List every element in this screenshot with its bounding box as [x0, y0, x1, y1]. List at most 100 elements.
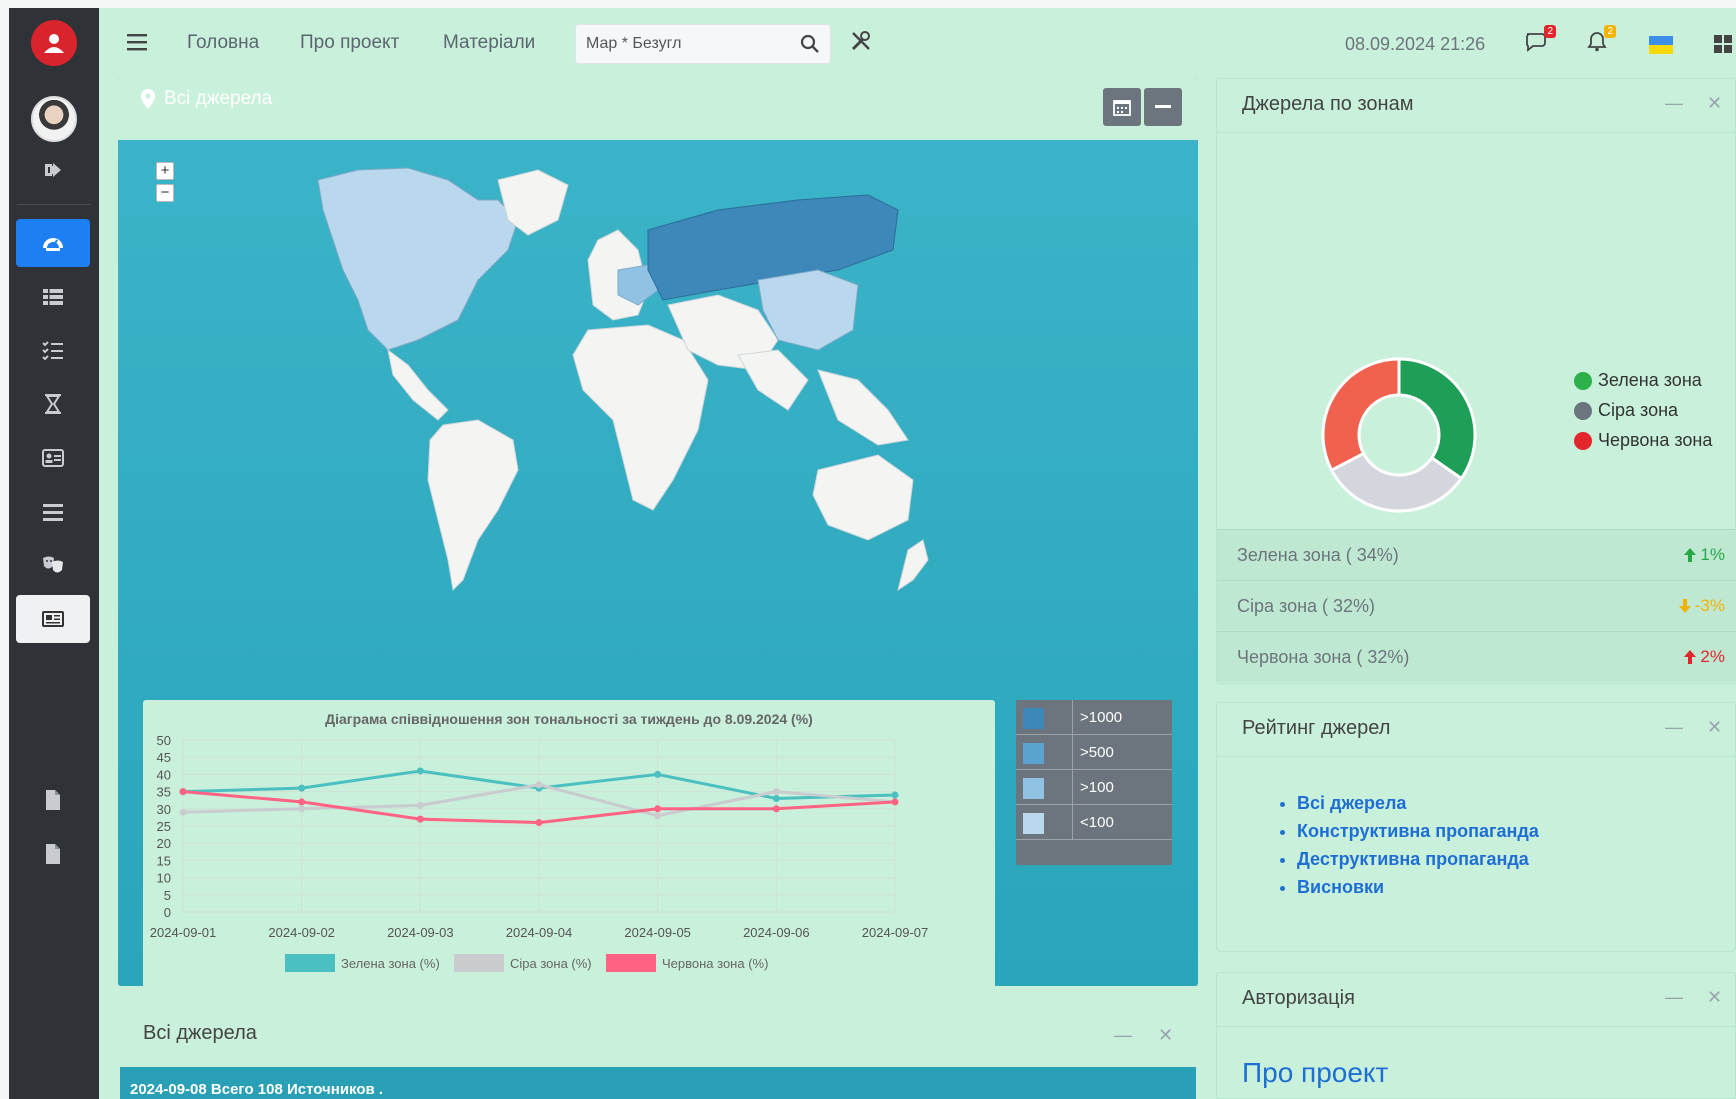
map-legend-swatch — [1023, 708, 1044, 729]
search-icon[interactable] — [800, 34, 820, 59]
notifications-bell-icon[interactable]: 2 — [1586, 25, 1616, 57]
chart-title: Діаграма співвідношення зон тональності … — [325, 711, 813, 727]
rating-link-conclusions[interactable]: Висновки — [1297, 877, 1539, 898]
menu-lines-icon[interactable] — [16, 488, 90, 536]
minimize-icon[interactable]: — — [1114, 1025, 1132, 1046]
africa-shape — [572, 324, 709, 511]
y-tick-label: 10 — [157, 871, 171, 886]
minimize-icon[interactable]: — — [1665, 717, 1683, 738]
line-chart-svg: Діаграма співвідношення зон тональності … — [150, 711, 929, 972]
nav-link-materials[interactable]: Матеріали — [443, 32, 535, 54]
avatar[interactable] — [31, 96, 77, 142]
map-pin-icon — [141, 89, 155, 109]
map-card-header: Всі джерела — [118, 78, 1198, 140]
series-point — [772, 794, 780, 802]
newspaper-icon[interactable] — [16, 595, 90, 643]
left-strip — [0, 0, 9, 1099]
zone-row-green: Зелена зона ( 34%) 1% — [1217, 529, 1736, 580]
rating-card: Рейтинг джерел — ✕ Всі джерела Конструкт… — [1216, 702, 1736, 952]
rating-link-all-sources[interactable]: Всі джерела — [1297, 793, 1539, 814]
map-card-title: Всі джерела — [140, 88, 272, 110]
rating-link-destructive[interactable]: Деструктивна пропаганда — [1297, 849, 1539, 870]
rating-link-constructive[interactable]: Конструктивна пропаганда — [1297, 821, 1539, 842]
world-map-shapes — [317, 167, 929, 592]
minimize-icon[interactable]: — — [1665, 987, 1683, 1008]
search-input[interactable] — [586, 33, 786, 55]
auth-card: Авторизація — ✕ Про проект — [1216, 972, 1736, 1099]
sources-summary-text: 2024-09-08 Всего 108 Источников . — [130, 1081, 384, 1098]
zone-row-change: 1% — [1683, 545, 1725, 565]
series-point — [298, 798, 306, 806]
map-legend-row: >1000 — [1016, 700, 1172, 735]
hourglass-icon[interactable] — [16, 380, 90, 428]
close-icon[interactable]: ✕ — [1158, 1025, 1173, 1046]
about-project-link[interactable]: Про проект — [1242, 1057, 1388, 1089]
south-asia-shape — [737, 349, 809, 411]
map-legend-label: >500 — [1080, 744, 1114, 761]
x-tick-label: 2024-09-07 — [862, 925, 929, 940]
map-legend-row: <100 — [1016, 805, 1172, 840]
world-map[interactable]: + − Діаграма співвідношення зон тонально… — [118, 140, 1198, 986]
series-point — [891, 798, 899, 806]
map-card-title-text: Всі джерела — [164, 88, 273, 109]
logout-icon[interactable] — [16, 146, 90, 194]
close-icon[interactable]: ✕ — [1707, 717, 1722, 738]
theater-masks-icon[interactable] — [16, 541, 90, 589]
zone-row-label: Зелена зона ( 34%) — [1237, 545, 1399, 565]
messages-icon[interactable]: 2 — [1524, 25, 1556, 57]
hamburger-menu-icon[interactable] — [127, 33, 147, 56]
x-tick-label: 2024-09-03 — [387, 925, 454, 940]
y-tick-label: 30 — [157, 802, 171, 817]
close-icon[interactable]: ✕ — [1707, 987, 1722, 1008]
collapse-button[interactable] — [1144, 88, 1182, 126]
dashboard-icon[interactable] — [16, 219, 90, 267]
minimize-icon[interactable]: — — [1665, 93, 1683, 114]
legend-swatch — [454, 954, 504, 972]
y-tick-label: 50 — [157, 733, 171, 748]
table-icon[interactable] — [16, 273, 90, 321]
zones-card: Джерела по зонам — ✕ Зелена зона Сіра зо… — [1216, 78, 1736, 684]
tools-icon[interactable] — [850, 30, 872, 57]
zone-row-change: 2% — [1683, 647, 1725, 667]
auth-card-header: Авторизація — ✕ — [1217, 973, 1736, 1027]
language-flag-icon[interactable] — [1649, 36, 1673, 54]
series-point — [179, 808, 187, 816]
x-tick-label: 2024-09-05 — [624, 925, 691, 940]
y-tick-label: 40 — [157, 767, 171, 782]
y-tick-label: 15 — [157, 853, 171, 868]
series-point — [654, 812, 662, 820]
nav-link-about[interactable]: Про проект — [300, 32, 399, 54]
series-point — [416, 767, 424, 775]
close-icon[interactable]: ✕ — [1707, 93, 1722, 114]
legend-grey-zone: Сіра зона — [1574, 400, 1678, 421]
legend-label: Сіра зона (%) — [510, 956, 592, 971]
map-legend: >1000 >500 >100 <100 — [1016, 700, 1172, 865]
nav-link-home[interactable]: Головна — [187, 32, 259, 54]
sources-summary-bar: 2024-09-08 Всего 108 Источников . — [120, 1067, 1196, 1099]
australia-shape — [812, 454, 914, 541]
green-zone-dot-icon — [1574, 371, 1592, 390]
north-america-shape — [317, 167, 519, 351]
map-legend-label: >100 — [1080, 779, 1114, 796]
legend-label: Зелена зона (%) — [341, 956, 440, 971]
apps-grid-icon[interactable] — [1713, 34, 1733, 59]
series-point — [416, 815, 424, 823]
top-navbar: Головна Про проект Матеріали 08.09.2024 … — [99, 8, 1736, 78]
arrow-up-icon — [1684, 548, 1697, 562]
user-logo-icon[interactable] — [31, 20, 77, 66]
map-legend-row: >100 — [1016, 770, 1172, 805]
auth-card-title: Авторизація — [1242, 987, 1355, 1009]
file-icon-2[interactable] — [16, 830, 90, 878]
new-zealand-shape — [897, 539, 929, 592]
file-icon[interactable] — [16, 776, 90, 824]
checklist-icon[interactable] — [16, 326, 90, 374]
rating-card-title: Рейтинг джерел — [1242, 717, 1391, 739]
calendar-button[interactable] — [1103, 88, 1141, 126]
map-legend-swatch — [1023, 778, 1044, 799]
x-tick-label: 2024-09-02 — [268, 925, 335, 940]
id-card-icon[interactable] — [16, 434, 90, 482]
south-america-shape — [427, 419, 519, 592]
zone-row-red: Червона зона ( 32%) 2% — [1217, 631, 1736, 682]
series-point — [772, 805, 780, 813]
y-tick-label: 45 — [157, 750, 171, 765]
